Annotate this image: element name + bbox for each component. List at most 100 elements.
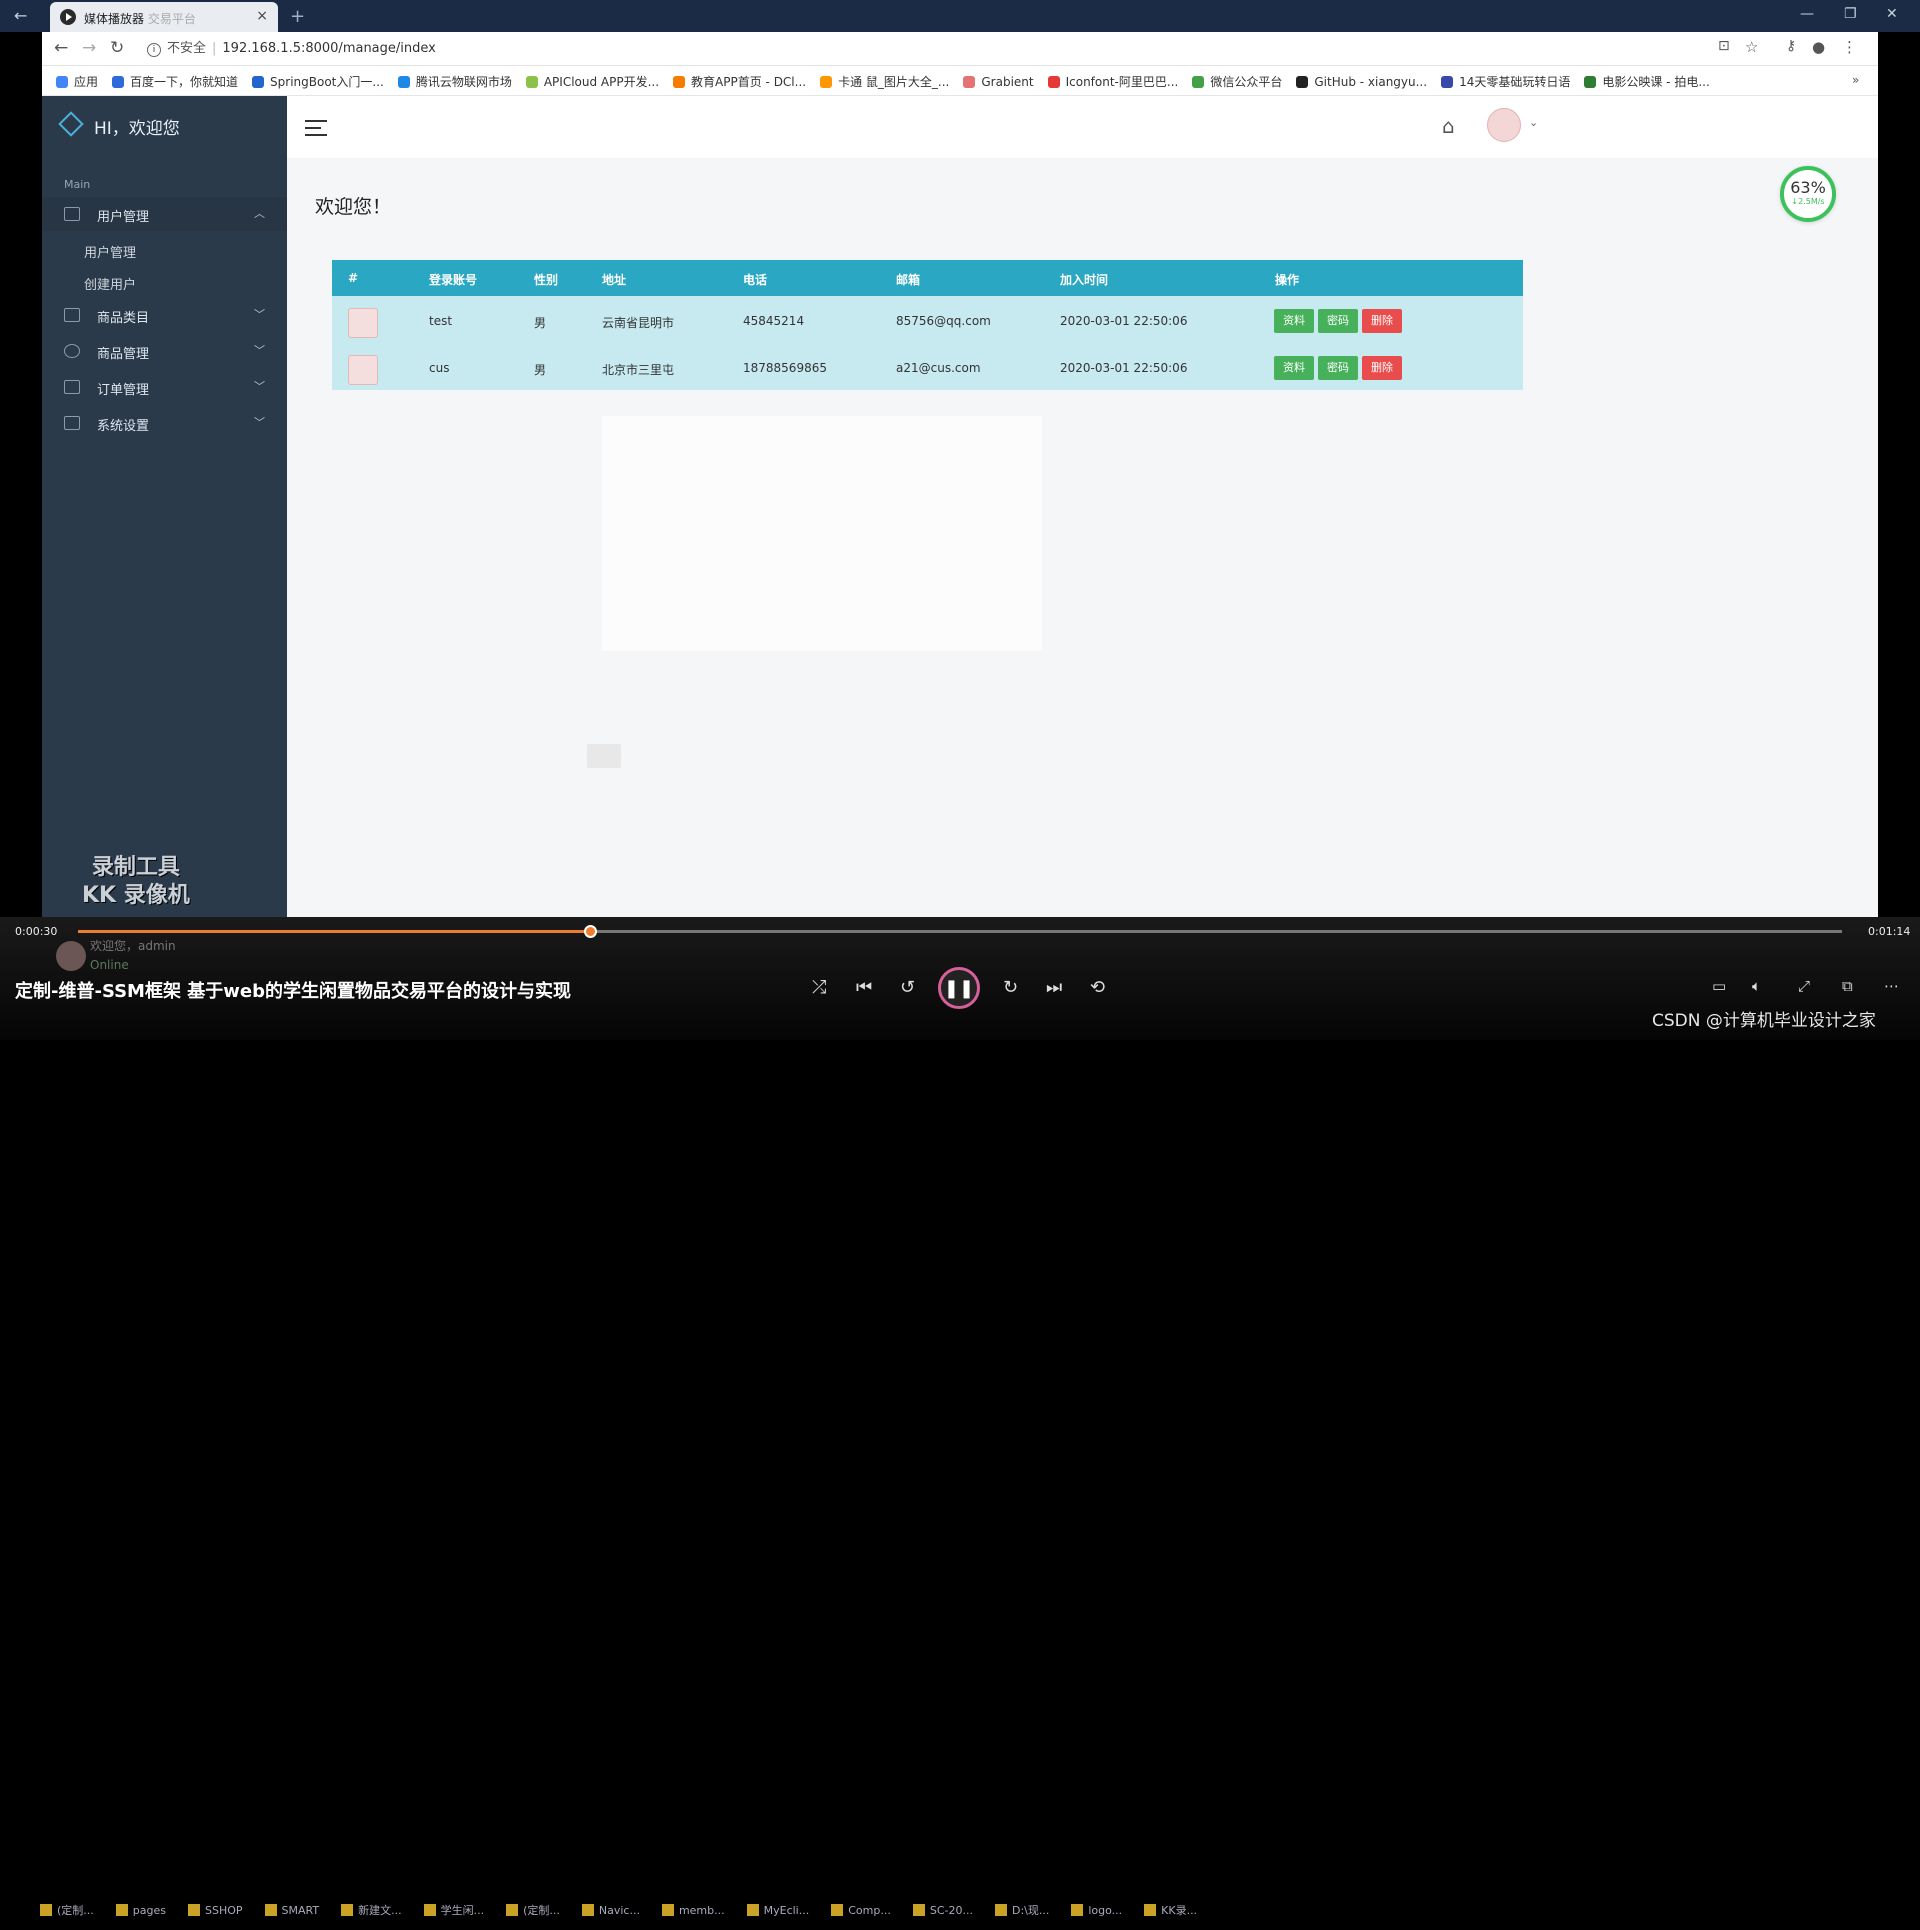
taskbar-item[interactable]: (定制... — [506, 1902, 560, 1918]
taskbar-item[interactable]: MyEcli... — [746, 1904, 809, 1917]
previous-icon[interactable]: ⏮ — [856, 977, 872, 998]
menu-category[interactable]: 商品类目 ﹀ — [42, 298, 287, 332]
account-icon[interactable]: ● — [1812, 38, 1825, 56]
taskbar-label: logo... — [1088, 1904, 1123, 1917]
menu-dots-icon[interactable]: ⋮ — [1842, 38, 1857, 56]
cell-gender: 男 — [534, 316, 547, 330]
chevron-down-icon: ﹀ — [254, 308, 265, 321]
submenu-create-user[interactable]: 创建用户 — [42, 266, 287, 298]
cell-account: cus — [429, 361, 450, 375]
taskbar-item[interactable]: SC-20... — [912, 1904, 973, 1917]
folder-icon — [1071, 1904, 1084, 1916]
taskbar-item[interactable]: 学生闲... — [423, 1902, 484, 1918]
back-arrow-icon[interactable]: ← — [14, 6, 27, 25]
bookmark-item[interactable]: SpringBoot入门一... — [252, 73, 384, 90]
taskbar-item[interactable]: Comp... — [831, 1904, 891, 1917]
bookmark-item[interactable]: Iconfont-阿里巴巴... — [1047, 73, 1178, 90]
bookmark-item[interactable]: 教育APP首页 - DCl... — [673, 73, 806, 90]
bookmark-favicon-icon — [1047, 76, 1060, 88]
taskbar-item[interactable]: D:\现... — [994, 1902, 1049, 1918]
volume-icon[interactable]: 🔈︎ — [1752, 977, 1761, 995]
miniplayer-icon[interactable]: ⧉ — [1842, 977, 1853, 995]
bookmark-item[interactable]: APICloud APP开发... — [525, 73, 659, 90]
reload-icon[interactable]: ↻ — [110, 38, 124, 58]
info-icon[interactable]: i — [147, 43, 161, 57]
menu-user-management[interactable]: 用户管理 ︿ — [42, 197, 287, 231]
menu-label: 用户管理 — [97, 210, 150, 225]
forward-icon[interactable]: → — [82, 38, 96, 58]
next-icon[interactable]: ⏭ — [1046, 977, 1062, 998]
delete-button[interactable]: 删除 — [1362, 309, 1402, 333]
minimize-icon[interactable]: — — [1800, 6, 1814, 22]
menu-orders[interactable]: 订单管理 ﹀ — [42, 370, 287, 404]
taskbar-item[interactable]: 新建文... — [341, 1902, 402, 1918]
key-icon[interactable]: ⚷ — [1786, 38, 1796, 54]
hamburger-menu-icon[interactable] — [305, 120, 327, 136]
bookmark-favicon-icon — [673, 76, 686, 88]
rewind-10-icon[interactable]: ↺ — [900, 977, 915, 998]
fullscreen-icon[interactable]: ⤢ — [1798, 977, 1810, 995]
menu-settings[interactable]: 系统设置 ﹀ — [42, 406, 287, 440]
password-button[interactable]: 密码 — [1318, 356, 1358, 380]
taskbar-item[interactable]: logo... — [1071, 1904, 1122, 1917]
bookmark-item[interactable]: Grabient — [963, 75, 1034, 89]
folder-icon — [423, 1904, 436, 1916]
restore-icon[interactable]: ❐ — [1844, 6, 1857, 22]
progress-handle[interactable] — [584, 925, 597, 938]
folder-icon — [661, 1904, 674, 1916]
bookmark-item[interactable]: 14天零基础玩转日语 — [1441, 73, 1570, 90]
address-bar: ← → ↻ i 不安全 | 192.168.1.5:8000/manage/index… — [42, 32, 1878, 66]
close-tab-icon[interactable]: × — [256, 8, 268, 24]
back-icon[interactable]: ← — [54, 38, 68, 58]
table-header: # 登录账号 性别 地址 电话 邮箱 加入时间 操作 — [332, 260, 1523, 296]
profile-button[interactable]: 资料 — [1274, 309, 1314, 333]
brand[interactable]: HI，欢迎您 — [58, 111, 180, 139]
submenu-user-list[interactable]: 用户管理 — [42, 234, 287, 266]
translate-icon[interactable]: ⊡ — [1718, 38, 1730, 54]
bookmark-item[interactable]: 应用 — [56, 73, 98, 90]
taskbar-item[interactable]: SSHOP — [188, 1904, 243, 1917]
cell-phone: 45845214 — [743, 314, 805, 328]
avatar — [348, 355, 378, 385]
bookmark-item[interactable]: 卡通 鼠_图片大全_... — [820, 73, 949, 90]
taskbar-item[interactable]: KK录... — [1144, 1902, 1197, 1918]
forward-30-icon[interactable]: ↻ — [1003, 977, 1018, 998]
bookmark-item[interactable]: 微信公众平台 — [1192, 73, 1282, 90]
taskbar-item[interactable]: memb... — [661, 1904, 725, 1917]
menu-goods[interactable]: 商品管理 ﹀ — [42, 334, 287, 368]
taskbar-item[interactable]: SMART — [264, 1904, 319, 1917]
list-icon — [64, 308, 80, 322]
star-icon[interactable]: ☆ — [1745, 38, 1758, 56]
subtitles-icon[interactable]: ▭ — [1712, 977, 1726, 995]
player-tab[interactable]: 媒体播放器 交易平台 × — [50, 2, 278, 32]
password-button[interactable]: 密码 — [1318, 309, 1358, 333]
taskbar-label: memb... — [678, 1904, 725, 1917]
bookmark-favicon-icon — [112, 76, 125, 88]
taskbar-label: (定制... — [523, 1904, 560, 1917]
url-input[interactable]: i 不安全 | 192.168.1.5:8000/manage/index — [147, 37, 1797, 61]
close-window-icon[interactable]: ✕ — [1886, 6, 1898, 22]
bookmark-item[interactable]: GitHub - xiangyu... — [1296, 75, 1427, 89]
new-tab-button[interactable]: + — [290, 6, 305, 27]
more-bookmarks-icon[interactable]: » — [1852, 73, 1859, 87]
shuffle-icon[interactable]: ⤮ — [812, 977, 826, 998]
profile-button[interactable]: 资料 — [1274, 356, 1314, 380]
cell-address: 北京市三里屯 — [602, 363, 675, 377]
avatar[interactable] — [1487, 108, 1521, 142]
taskbar-item[interactable]: (定制... — [40, 1902, 94, 1918]
progress-fill — [78, 930, 590, 933]
delete-button[interactable]: 删除 — [1362, 356, 1402, 380]
bookmark-item[interactable]: 电影公映课 - 拍电... — [1584, 73, 1710, 90]
folder-icon — [746, 1904, 759, 1916]
taskbar-item[interactable]: Navic... — [581, 1904, 640, 1917]
pause-button[interactable]: ❚❚ — [938, 967, 980, 1009]
brand-text: HI，欢迎您 — [94, 119, 180, 139]
repeat-icon[interactable]: ⟲ — [1090, 977, 1105, 998]
home-icon[interactable]: ⌂ — [1442, 114, 1455, 138]
taskbar-label: (定制... — [57, 1904, 94, 1917]
bookmark-item[interactable]: 百度一下，你就知道 — [112, 73, 238, 90]
bookmark-item[interactable]: 腾讯云物联网市场 — [397, 73, 512, 90]
chevron-down-icon[interactable]: ⌄ — [1529, 116, 1538, 129]
taskbar-item[interactable]: pages — [115, 1904, 166, 1917]
more-icon[interactable]: ⋯ — [1884, 977, 1899, 995]
